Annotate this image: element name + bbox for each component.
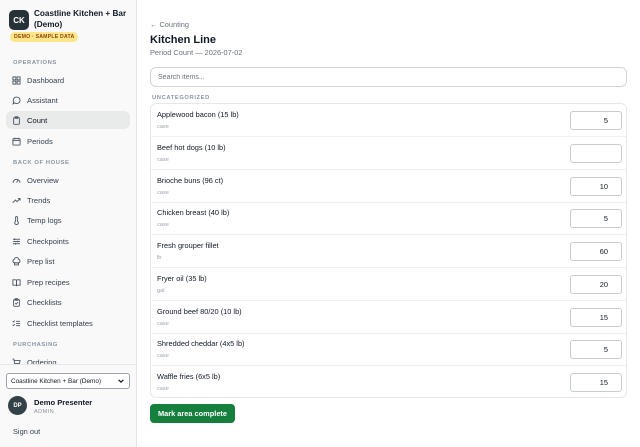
list-item: Chicken breast (40 lb) case	[151, 202, 626, 235]
section-label-back-of-house: BACK OF HOUSE	[13, 160, 70, 166]
sidebar-item-label: Prep recipes	[27, 277, 70, 287]
list-item: Brioche buns (96 ct) case	[151, 170, 626, 203]
chat-bubble-icon	[12, 96, 21, 105]
count-input[interactable]	[570, 340, 622, 359]
item-name: Fryer oil (35 lb)	[157, 274, 207, 283]
count-input[interactable]	[570, 275, 622, 294]
sidebar-item-label: Checklists	[27, 297, 62, 307]
sidebar-item-checkpoints[interactable]: Checkpoints	[6, 232, 130, 250]
sidebar-item-dashboard[interactable]: Dashboard	[6, 71, 130, 89]
count-input[interactable]	[570, 177, 622, 196]
avatar[interactable]: DP	[8, 396, 27, 415]
sidebar-item-assistant[interactable]: Assistant	[6, 91, 130, 109]
list-item: Fresh grouper fillet lb	[151, 235, 626, 268]
item-unit: lb	[157, 255, 162, 261]
count-input[interactable]	[570, 144, 622, 163]
count-input[interactable]	[570, 242, 622, 261]
gauge-icon	[12, 176, 21, 185]
item-name: Ground beef 80/20 (10 lb)	[157, 307, 242, 316]
location-select-value: Coastline Kitchen + Bar (Demo)	[11, 377, 102, 385]
chef-hat-icon	[12, 256, 21, 266]
item-unit: case	[157, 190, 169, 196]
sidebar-item-label: Periods	[27, 136, 53, 146]
sidebar-item-overview[interactable]: Overview	[6, 171, 130, 189]
sidebar-item-label: Prep list	[27, 256, 55, 266]
list-item: Beef hot dogs (10 lb) case	[151, 137, 626, 170]
sidebar-item-label: Temp logs	[27, 215, 62, 225]
item-name: Waffle fries (6x5 lb)	[157, 372, 221, 381]
sidebar-item-label: Trends	[27, 195, 51, 205]
sidebar-item-trends[interactable]: Trends	[6, 191, 130, 209]
item-unit: case	[157, 124, 169, 130]
list-check-icon	[12, 319, 21, 328]
section-label-purchasing: PURCHASING	[13, 342, 58, 348]
count-input[interactable]	[570, 373, 622, 392]
page-title: Kitchen Line	[150, 34, 217, 46]
item-name: Shredded cheddar (4x5 lb)	[157, 339, 245, 348]
sidebar-item-label: Assistant	[27, 95, 58, 105]
sidebar-item-label: Checkpoints	[27, 236, 69, 246]
list-item: Waffle fries (6x5 lb) case	[151, 366, 626, 397]
item-unit: gal	[157, 288, 165, 294]
item-unit: case	[157, 321, 169, 327]
main-content: ← Counting Kitchen Line Period Count — 2…	[137, 0, 640, 447]
sidebar-item-checklists[interactable]: Checklists	[6, 293, 130, 311]
item-unit: case	[157, 353, 169, 359]
clipboard-check-icon	[12, 297, 21, 307]
item-name: Brioche buns (96 ct)	[157, 176, 224, 185]
sidebar: CK Coastline Kitchen + Bar (Demo) DEMO ·…	[0, 0, 137, 447]
mark-area-complete-button[interactable]: Mark area complete	[150, 404, 235, 423]
sidebar-item-periods[interactable]: Periods	[6, 132, 130, 150]
sidebar-item-checklist-templates[interactable]: Checklist templates	[6, 314, 130, 332]
sidebar-item-count[interactable]: Count	[6, 111, 130, 129]
chevron-down-icon	[117, 377, 125, 385]
brand-name: Coastline Kitchen + Bar (Demo)	[34, 9, 127, 29]
brand-logo: CK	[9, 10, 29, 30]
clipboard-icon	[12, 115, 21, 125]
location-select[interactable]: Coastline Kitchen + Bar (Demo)	[6, 373, 130, 389]
user-name: Demo Presenter	[34, 398, 93, 407]
sidebar-item-prep-recipes[interactable]: Prep recipes	[6, 273, 130, 291]
calendar-icon	[12, 137, 21, 146]
count-input[interactable]	[570, 308, 622, 327]
items-list: Applewood bacon (15 lb) case Beef hot do…	[150, 103, 627, 398]
sliders-icon	[12, 237, 21, 246]
section-label-operations: OPERATIONS	[13, 60, 57, 66]
item-name: Applewood bacon (15 lb)	[157, 110, 239, 119]
brand[interactable]: CK Coastline Kitchen + Bar (Demo)	[9, 8, 134, 30]
sidebar-item-temp-logs[interactable]: Temp logs	[6, 211, 130, 229]
sidebar-item-label: Count	[27, 115, 48, 125]
item-unit: case	[157, 386, 169, 392]
sidebar-item-label: Checklist templates	[27, 318, 93, 328]
thermometer-icon	[12, 215, 21, 225]
sidebar-item-label: Dashboard	[27, 75, 65, 85]
count-input[interactable]	[570, 111, 622, 130]
user-role: ADMIN	[34, 409, 55, 415]
list-item: Applewood bacon (15 lb) case	[151, 104, 626, 137]
demo-badge: DEMO · SAMPLE DATA	[10, 32, 79, 42]
list-item: Ground beef 80/20 (10 lb) case	[151, 301, 626, 334]
item-unit: case	[157, 157, 169, 163]
sidebar-item-label: Overview	[27, 175, 59, 185]
category-label: UNCATEGORIZED	[152, 95, 210, 101]
item-name: Chicken breast (40 lb)	[157, 208, 230, 217]
book-icon	[12, 278, 21, 287]
search-input[interactable]	[150, 67, 627, 87]
sidebar-item-prep-list[interactable]: Prep list	[6, 252, 130, 270]
list-item: Shredded cheddar (4x5 lb) case	[151, 333, 626, 366]
count-input[interactable]	[570, 209, 622, 228]
list-item: Fryer oil (35 lb) gal	[151, 268, 626, 301]
item-unit: case	[157, 222, 169, 228]
back-link[interactable]: ← Counting	[150, 20, 189, 29]
trend-up-icon	[12, 196, 21, 205]
signout-link[interactable]: Sign out	[13, 427, 40, 436]
page-subtitle: Period Count — 2026-07-02	[150, 48, 243, 57]
item-name: Fresh grouper fillet	[157, 241, 219, 250]
item-name: Beef hot dogs (10 lb)	[157, 143, 226, 152]
grid-icon	[12, 75, 21, 85]
